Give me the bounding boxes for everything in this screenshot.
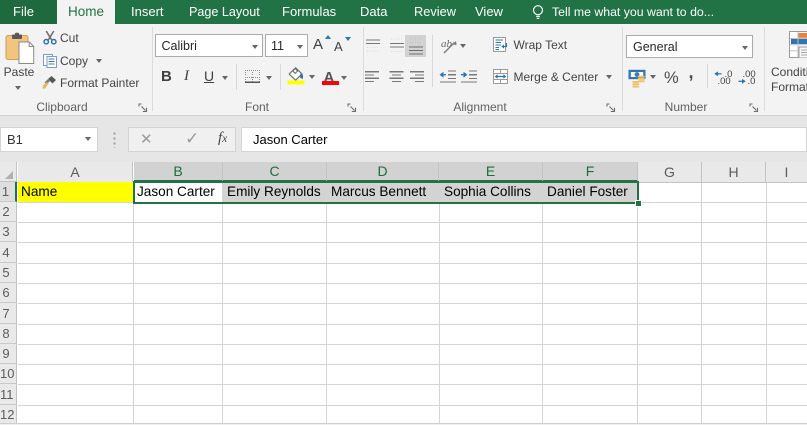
svg-text:.00: .00 — [718, 75, 731, 86]
svg-text:.0: .0 — [748, 75, 756, 86]
